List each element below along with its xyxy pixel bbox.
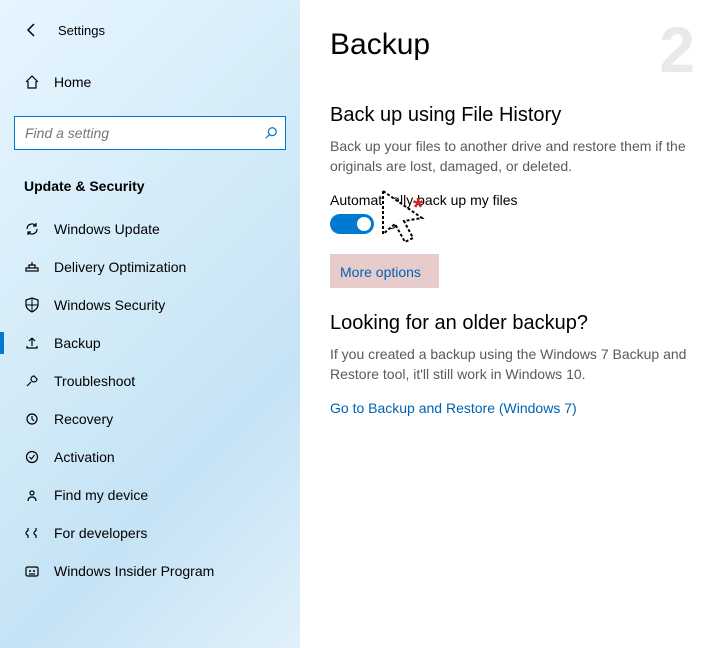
sidebar-item-label: Troubleshoot — [54, 373, 135, 389]
sidebar-item-label: Activation — [54, 449, 115, 465]
back-button[interactable] — [20, 18, 44, 42]
sidebar-item-label: Windows Insider Program — [54, 563, 214, 579]
sidebar-item-activation[interactable]: Activation — [14, 438, 286, 476]
sidebar-item-recovery[interactable]: Recovery — [14, 400, 286, 438]
window-title: Settings — [58, 23, 105, 38]
insider-icon — [24, 563, 40, 579]
sidebar-item-label: For developers — [54, 525, 147, 541]
auto-backup-toggle-row: On — [330, 214, 691, 234]
sidebar-item-label: Windows Security — [54, 297, 165, 313]
sidebar-item-troubleshoot[interactable]: Troubleshoot — [14, 362, 286, 400]
sidebar-item-windows-update[interactable]: Windows Update — [14, 210, 286, 248]
section-heading: Update & Security — [14, 170, 286, 202]
sidebar-item-label: Backup — [54, 335, 101, 351]
file-history-heading: Back up using File History — [330, 104, 691, 127]
older-backup-heading: Looking for an older backup? — [330, 312, 691, 335]
page-title: Backup — [330, 28, 691, 62]
shield-icon — [24, 297, 40, 313]
sidebar: Settings Home Update & Security Windows … — [0, 0, 300, 648]
backup-icon — [24, 335, 40, 351]
sidebar-item-label: Home — [54, 74, 91, 90]
more-options-link[interactable]: More options — [330, 254, 439, 288]
file-history-description: Back up your files to another drive and … — [330, 137, 691, 176]
sidebar-item-delivery-optimization[interactable]: Delivery Optimization — [14, 248, 286, 286]
sync-icon — [24, 221, 40, 237]
search-input[interactable] — [14, 116, 286, 150]
header: Settings — [14, 18, 286, 42]
sidebar-item-backup[interactable]: Backup — [14, 324, 286, 362]
find-device-icon — [24, 487, 40, 503]
search-icon — [264, 126, 278, 140]
auto-backup-label: Automatically back up my files — [330, 192, 691, 208]
sidebar-item-windows-security[interactable]: Windows Security — [14, 286, 286, 324]
sidebar-item-label: Windows Update — [54, 221, 160, 237]
sidebar-item-windows-insider-program[interactable]: Windows Insider Program — [14, 552, 286, 590]
arrow-left-icon — [24, 22, 40, 38]
sidebar-item-for-developers[interactable]: For developers — [14, 514, 286, 552]
sidebar-item-home[interactable]: Home — [14, 66, 286, 98]
home-icon — [24, 74, 40, 90]
activation-icon — [24, 449, 40, 465]
sidebar-item-find-my-device[interactable]: Find my device — [14, 476, 286, 514]
sidebar-item-label: Delivery Optimization — [54, 259, 186, 275]
search-field[interactable] — [14, 116, 286, 150]
troubleshoot-icon — [24, 373, 40, 389]
backup-restore-win7-link[interactable]: Go to Backup and Restore (Windows 7) — [330, 400, 691, 416]
sidebar-item-label: Find my device — [54, 487, 148, 503]
sidebar-item-label: Recovery — [54, 411, 113, 427]
step-number: 2 — [659, 18, 695, 82]
recovery-icon — [24, 411, 40, 427]
delivery-icon — [24, 259, 40, 275]
developers-icon — [24, 525, 40, 541]
auto-backup-state: On — [386, 216, 405, 232]
older-backup-description: If you created a backup using the Window… — [330, 345, 691, 384]
main-panel: 2 Backup Back up using File History Back… — [300, 0, 719, 648]
auto-backup-toggle[interactable] — [330, 214, 374, 234]
